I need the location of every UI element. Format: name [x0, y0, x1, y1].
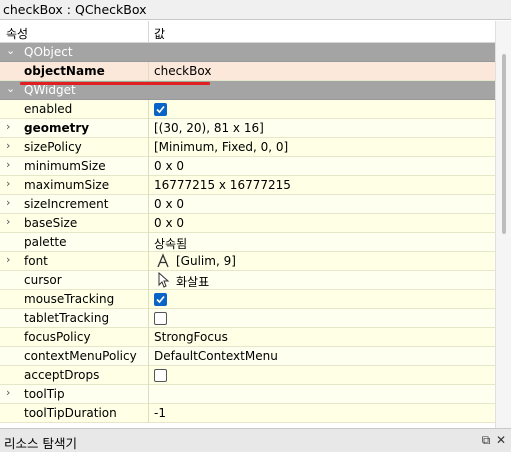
property-row-sizeincrement[interactable]: › sizeIncrement 0 x 0: [0, 195, 495, 214]
window-title: checkBox : QCheckBox: [0, 0, 511, 20]
property-name: toolTip: [24, 387, 65, 401]
checkbox-unchecked[interactable]: [154, 369, 167, 382]
expand-chevron-icon[interactable]: ›: [6, 196, 10, 209]
group-label: QWidget: [24, 83, 76, 97]
checkbox-unchecked[interactable]: [154, 312, 167, 325]
group-qobject[interactable]: ⌄ QObject: [0, 43, 495, 62]
row-divider: [148, 119, 149, 138]
collapse-chevron-icon[interactable]: ⌄: [6, 82, 15, 95]
row-divider: [148, 176, 149, 195]
row-divider: [148, 100, 149, 119]
checkbox-checked[interactable]: [154, 293, 167, 306]
float-window-icon[interactable]: ⧉: [479, 433, 493, 447]
vertical-scrollbar[interactable]: [495, 21, 511, 428]
property-name: font: [24, 254, 48, 268]
row-divider: [148, 271, 149, 290]
property-name: toolTipDuration: [24, 406, 117, 420]
property-name: objectName: [24, 64, 105, 78]
property-row-minimumsize[interactable]: › minimumSize 0 x 0: [0, 157, 495, 176]
property-row-mousetracking[interactable]: mouseTracking: [0, 290, 495, 309]
collapse-chevron-icon[interactable]: ⌄: [6, 44, 15, 57]
property-row-contextmenupolicy[interactable]: contextMenuPolicy DefaultContextMenu: [0, 347, 495, 366]
property-value[interactable]: checkBox: [154, 64, 211, 78]
property-row-maximumsize[interactable]: › maximumSize 16777215 x 16777215: [0, 176, 495, 195]
expand-chevron-icon[interactable]: ›: [6, 386, 10, 399]
property-value[interactable]: StrongFocus: [154, 330, 228, 344]
property-value[interactable]: DefaultContextMenu: [154, 349, 278, 363]
row-divider: [148, 138, 149, 157]
property-value[interactable]: [Gulim, 9]: [176, 254, 236, 268]
property-row-sizepolicy[interactable]: › sizePolicy [Minimum, Fixed, 0, 0]: [0, 138, 495, 157]
group-label: QObject: [24, 45, 73, 59]
property-value[interactable]: [(30, 20), 81 x 16]: [154, 121, 264, 135]
property-name: minimumSize: [24, 159, 106, 173]
property-value[interactable]: 상속됨: [154, 235, 187, 252]
property-name: sizePolicy: [24, 140, 82, 154]
row-divider: [148, 290, 149, 309]
property-row-font[interactable]: › font [Gulim, 9]: [0, 252, 495, 271]
property-name: cursor: [24, 273, 62, 287]
property-row-enabled[interactable]: enabled: [0, 100, 495, 119]
row-divider: [148, 233, 149, 252]
expand-chevron-icon[interactable]: ›: [6, 158, 10, 171]
property-value[interactable]: 0 x 0: [154, 216, 184, 230]
property-name: sizeIncrement: [24, 197, 109, 211]
column-divider[interactable]: [148, 21, 149, 43]
property-name: maximumSize: [24, 178, 110, 192]
column-header: 속성 값: [0, 21, 495, 43]
property-name: palette: [24, 235, 67, 249]
property-name: focusPolicy: [24, 330, 91, 344]
expand-chevron-icon[interactable]: ›: [6, 139, 10, 152]
expand-chevron-icon[interactable]: ›: [6, 177, 10, 190]
row-divider: [148, 347, 149, 366]
font-icon: [157, 253, 169, 268]
property-column-header[interactable]: 속성: [6, 25, 28, 42]
property-value[interactable]: 16777215 x 16777215: [154, 178, 291, 192]
property-row-basesize[interactable]: › baseSize 0 x 0: [0, 214, 495, 233]
row-divider: [148, 157, 149, 176]
property-value[interactable]: [Minimum, Fixed, 0, 0]: [154, 140, 288, 154]
resource-browser-dock: 리소스 탐색기 ⧉ ✕: [0, 428, 511, 452]
dock-title: 리소스 탐색기: [4, 436, 77, 451]
property-name: geometry: [24, 121, 90, 135]
row-divider: [148, 328, 149, 347]
red-underline-annotation: [20, 82, 210, 85]
property-name: contextMenuPolicy: [24, 349, 137, 363]
property-row-acceptdrops[interactable]: acceptDrops: [0, 366, 495, 385]
row-divider: [148, 309, 149, 328]
property-row-cursor[interactable]: cursor 화살표: [0, 271, 495, 290]
property-row-geometry[interactable]: › geometry [(30, 20), 81 x 16]: [0, 119, 495, 138]
property-row-palette[interactable]: palette 상속됨: [0, 233, 495, 252]
value-column-header[interactable]: 값: [154, 25, 165, 42]
property-row-tablettracking[interactable]: tabletTracking: [0, 309, 495, 328]
row-divider: [148, 62, 149, 81]
property-grid: ⌄ QObject objectName checkBox ⌄ QWidget …: [0, 43, 495, 428]
property-value[interactable]: 0 x 0: [154, 197, 184, 211]
property-row-tooltipduration[interactable]: toolTipDuration -1: [0, 404, 495, 423]
property-row-objectname[interactable]: objectName checkBox: [0, 62, 495, 81]
close-icon[interactable]: ✕: [494, 433, 508, 447]
row-divider: [148, 366, 149, 385]
property-value[interactable]: -1: [154, 406, 166, 420]
property-row-tooltip[interactable]: › toolTip: [0, 385, 495, 404]
property-name: mouseTracking: [24, 292, 115, 306]
property-name: baseSize: [24, 216, 78, 230]
row-divider: [148, 404, 149, 423]
property-value[interactable]: 화살표: [176, 273, 209, 290]
property-name: tabletTracking: [24, 311, 110, 325]
row-divider: [148, 252, 149, 271]
checkbox-checked[interactable]: [154, 103, 167, 116]
row-divider: [148, 214, 149, 233]
property-value[interactable]: 0 x 0: [154, 159, 184, 173]
property-name: acceptDrops: [24, 368, 100, 382]
expand-chevron-icon[interactable]: ›: [6, 253, 10, 266]
property-name: enabled: [24, 102, 73, 116]
expand-chevron-icon[interactable]: ›: [6, 215, 10, 228]
expand-chevron-icon[interactable]: ›: [6, 120, 10, 133]
arrow-cursor-icon: [158, 272, 170, 288]
row-divider: [148, 195, 149, 214]
property-row-focuspolicy[interactable]: focusPolicy StrongFocus: [0, 328, 495, 347]
row-divider: [148, 385, 149, 404]
scrollbar-thumb[interactable]: [502, 54, 506, 234]
